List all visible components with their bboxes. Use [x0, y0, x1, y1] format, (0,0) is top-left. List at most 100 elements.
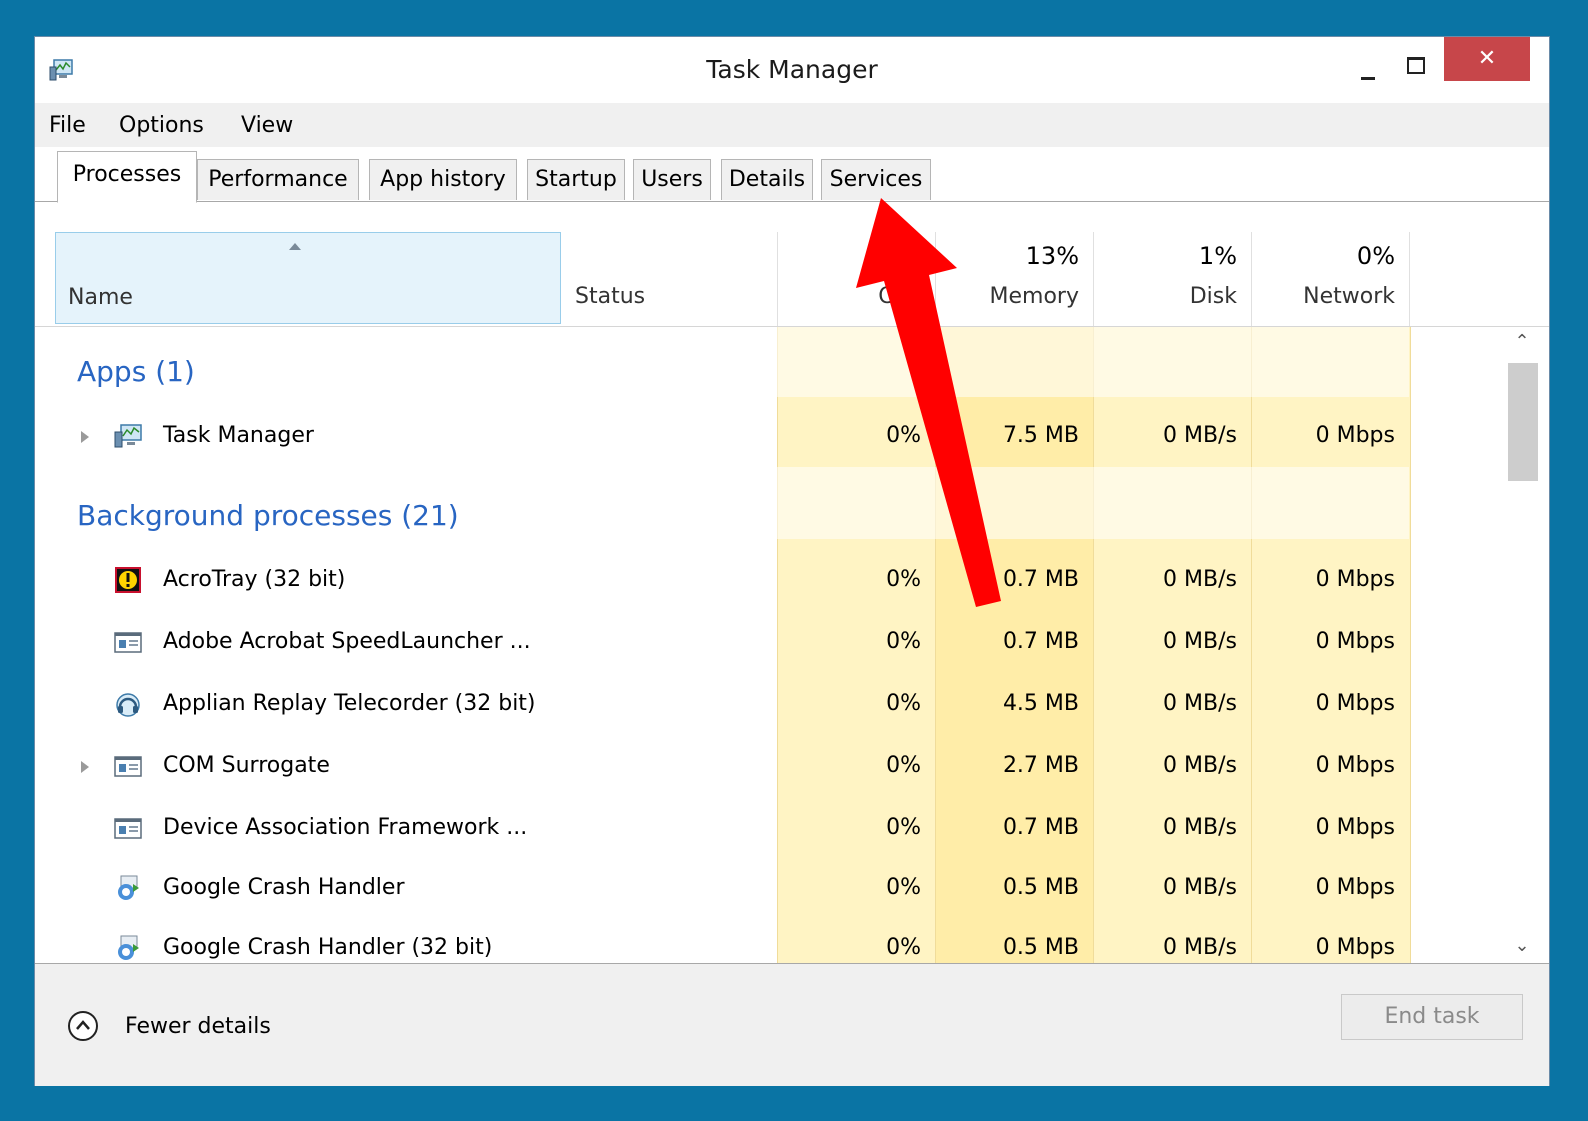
column-status-header[interactable]: Status: [575, 284, 645, 309]
scroll-down-icon[interactable]: ⌄: [1508, 935, 1536, 959]
memory-total-percent: 13%: [1025, 242, 1079, 270]
table-row[interactable]: Adobe Acrobat SpeedLauncher ... 0% 0.7 M…: [35, 613, 1405, 675]
column-divider: [1409, 232, 1410, 326]
table-row[interactable]: COM Surrogate 0% 2.7 MB 0 MB/s 0 Mbps: [35, 737, 1405, 799]
disk-value: 0 MB/s: [1163, 567, 1237, 592]
menu-view[interactable]: View: [241, 113, 293, 138]
task-manager-icon: [114, 424, 142, 448]
network-total-percent: 0%: [1356, 242, 1395, 270]
process-name: COM Surrogate: [163, 753, 330, 778]
memory-value: 0.5 MB: [1002, 875, 1079, 900]
acrotray-icon: [115, 567, 141, 593]
column-disk-header[interactable]: Disk: [1135, 284, 1237, 309]
table-row[interactable]: Google Crash Handler 0% 0.5 MB 0 MB/s 0 …: [35, 859, 1405, 921]
cpu-value: 0%: [886, 567, 921, 592]
network-value: 0 Mbps: [1315, 567, 1395, 592]
expand-icon[interactable]: [81, 761, 89, 773]
end-task-button[interactable]: End task: [1341, 994, 1523, 1040]
column-name-label: Name: [68, 285, 133, 310]
google-update-icon: [118, 935, 139, 960]
network-value: 0 Mbps: [1315, 629, 1395, 654]
column-name-header[interactable]: Name: [55, 232, 561, 324]
memory-value: 0.7 MB: [1002, 567, 1079, 592]
disk-value: 0 MB/s: [1163, 875, 1237, 900]
table-row[interactable]: Applian Replay Telecorder (32 bit) 0% 4.…: [35, 675, 1405, 737]
cpu-value: 0%: [886, 423, 921, 448]
process-name: AcroTray (32 bit): [163, 567, 346, 592]
column-divider: [777, 232, 778, 326]
process-list: Apps (1) Task Manager 0% 7.5 MB 0 MB/s 0…: [35, 327, 1549, 963]
tab-processes[interactable]: Processes: [57, 151, 197, 203]
table-row[interactable]: AcroTray (32 bit) 0% 0.7 MB 0 MB/s 0 Mbp…: [35, 551, 1405, 613]
footer-bar: Fewer details End task: [35, 963, 1549, 1086]
tab-services[interactable]: Services: [821, 159, 931, 200]
app-window-icon: [114, 756, 142, 777]
tab-details[interactable]: Details: [721, 159, 813, 200]
menu-file[interactable]: File: [49, 113, 86, 138]
disk-value: 0 MB/s: [1163, 753, 1237, 778]
column-network-header[interactable]: Network: [1275, 284, 1395, 309]
scrollbar-thumb[interactable]: [1508, 363, 1538, 481]
table-row[interactable]: Device Association Framework ... 0% 0.7 …: [35, 799, 1405, 861]
group-band: [777, 327, 1409, 397]
tab-startup[interactable]: Startup: [527, 159, 625, 200]
network-value: 0 Mbps: [1315, 935, 1395, 960]
google-update-icon: [118, 875, 139, 900]
process-name: Adobe Acrobat SpeedLauncher ...: [163, 629, 531, 654]
disk-value: 0 MB/s: [1163, 423, 1237, 448]
cpu-value: 0%: [886, 753, 921, 778]
app-window-icon: [114, 818, 142, 839]
process-name: Google Crash Handler: [163, 875, 405, 900]
column-divider: [1093, 232, 1094, 326]
memory-value: 0.5 MB: [1002, 935, 1079, 960]
disk-value: 0 MB/s: [1163, 691, 1237, 716]
network-value: 0 Mbps: [1315, 423, 1395, 448]
headphones-icon: [116, 693, 140, 717]
table-row[interactable]: Google Crash Handler (32 bit) 0% 0.5 MB …: [35, 919, 1405, 963]
menu-options[interactable]: Options: [119, 113, 204, 138]
column-cpu-header[interactable]: CPU: [835, 284, 923, 309]
group-background[interactable]: Background processes (21): [77, 499, 459, 532]
network-value: 0 Mbps: [1315, 753, 1395, 778]
memory-value: 7.5 MB: [1002, 423, 1079, 448]
sort-ascending-icon: [289, 243, 301, 250]
close-icon: ✕: [1477, 46, 1497, 71]
tab-app-history[interactable]: App history: [369, 159, 517, 200]
tab-performance[interactable]: Performance: [197, 159, 359, 200]
fewer-details-link[interactable]: Fewer details: [125, 1014, 271, 1039]
column-memory-header[interactable]: Memory: [955, 284, 1079, 309]
scroll-up-icon[interactable]: ⌃: [1508, 331, 1536, 355]
maximize-button[interactable]: [1395, 51, 1435, 81]
table-row[interactable]: Task Manager 0% 7.5 MB 0 MB/s 0 Mbps: [35, 407, 1405, 469]
memory-value: 0.7 MB: [1002, 815, 1079, 840]
tab-bar: Processes Performance App history Startu…: [35, 147, 1549, 203]
menu-bar: File Options View: [35, 103, 1549, 147]
disk-value: 0 MB/s: [1163, 935, 1237, 960]
cpu-value: 0%: [886, 815, 921, 840]
title-bar[interactable]: Task Manager ✕: [35, 37, 1549, 103]
column-divider: [935, 232, 936, 326]
process-name: Google Crash Handler (32 bit): [163, 935, 493, 960]
window-title: Task Manager: [706, 55, 878, 84]
cpu-value: 0%: [886, 935, 921, 960]
minimize-button[interactable]: [1347, 57, 1387, 87]
task-manager-window: Task Manager ✕ File Options View Process…: [34, 36, 1550, 1086]
disk-value: 0 MB/s: [1163, 629, 1237, 654]
column-divider: [1251, 232, 1252, 326]
disk-value: 0 MB/s: [1163, 815, 1237, 840]
tab-users[interactable]: Users: [633, 159, 711, 200]
cpu-value: 0%: [886, 629, 921, 654]
cpu-value: 0%: [886, 691, 921, 716]
process-name: Task Manager: [163, 423, 314, 448]
disk-total-percent: 1%: [1198, 242, 1237, 270]
group-apps[interactable]: Apps (1): [77, 355, 195, 388]
memory-value: 4.5 MB: [1002, 691, 1079, 716]
app-window-icon: [114, 632, 142, 653]
process-name: Device Association Framework ...: [163, 815, 528, 840]
chevron-up-circle-icon[interactable]: [67, 1010, 99, 1042]
column-header: Name Status CPU 13% Memory 1% Disk 0% Ne…: [35, 202, 1549, 327]
cpu-value: 0%: [886, 875, 921, 900]
close-button[interactable]: ✕: [1444, 37, 1530, 81]
expand-icon[interactable]: [81, 431, 89, 443]
group-band: [777, 467, 1409, 539]
